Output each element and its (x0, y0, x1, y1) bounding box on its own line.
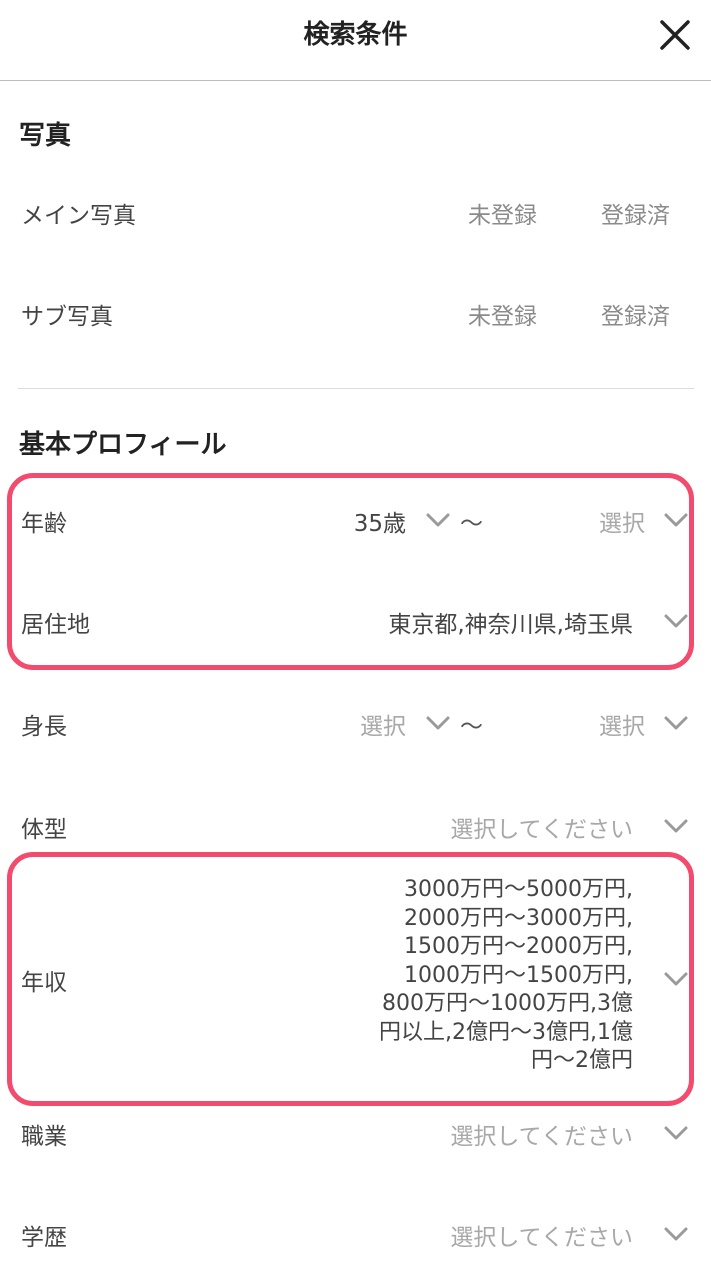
section-title-basic-profile: 基本プロフィール (19, 430, 227, 460)
sub-photo-label: サブ写真 (21, 304, 113, 330)
header: 検索条件 (0, 0, 711, 81)
page-title: 検索条件 (303, 20, 408, 50)
income-value-line: 800万円〜1000万円,3億 (382, 991, 633, 1016)
height-min-chevron-down-icon[interactable] (425, 714, 451, 732)
occupation-chevron-down-icon[interactable] (663, 1124, 689, 1142)
main-photo-registered-option[interactable]: 登録済 (601, 196, 670, 230)
section-title-photo: 写真 (19, 121, 72, 151)
income-chevron-down-icon[interactable] (663, 970, 689, 988)
age-range-separator: 〜 (460, 511, 483, 537)
highlight-frame-age-residence (7, 473, 694, 670)
income-value-line: 2000万円〜3000万円, (404, 905, 633, 931)
residence-label: 居住地 (21, 612, 90, 638)
age-min-value[interactable]: 35歳 (354, 504, 406, 538)
education-value[interactable]: 選択してください (450, 1218, 633, 1252)
income-value-line: 3000万円〜5000万円, (404, 877, 633, 902)
income-value-line: 円〜2億円 (531, 1048, 633, 1073)
height-range-separator: 〜 (460, 714, 483, 740)
occupation-label: 職業 (21, 1124, 67, 1150)
income-label: 年収 (21, 970, 67, 996)
education-label: 学歴 (21, 1225, 67, 1251)
income-value-line: 1000万円〜1500万円, (404, 962, 633, 988)
body-type-value[interactable]: 選択してください (450, 810, 633, 844)
body-type-chevron-down-icon[interactable] (663, 817, 689, 835)
age-label: 年齢 (21, 511, 67, 537)
income-value-line: 円以上,2億円〜3億円,1億 (379, 1019, 633, 1045)
occupation-value[interactable]: 選択してください (450, 1117, 633, 1151)
body-type-label: 体型 (21, 817, 67, 843)
section-divider (18, 388, 694, 389)
age-max-chevron-down-icon[interactable] (663, 511, 689, 529)
age-min-chevron-down-icon[interactable] (425, 511, 451, 529)
height-label: 身長 (21, 714, 67, 740)
income-value-line: 1500万円〜2000万円, (404, 934, 633, 959)
residence-chevron-down-icon[interactable] (663, 612, 689, 630)
height-min-value[interactable]: 選択 (360, 707, 406, 741)
sub-photo-unregistered-option[interactable]: 未登録 (468, 297, 537, 331)
height-max-value[interactable]: 選択 (599, 707, 645, 741)
main-photo-unregistered-option[interactable]: 未登録 (468, 196, 537, 230)
main-photo-label: メイン写真 (21, 203, 136, 229)
income-value[interactable]: 3000万円〜5000万円, 2000万円〜3000万円, 1500万円〜200… (333, 876, 633, 1076)
sub-photo-registered-option[interactable]: 登録済 (601, 297, 670, 331)
close-icon[interactable] (656, 16, 694, 54)
height-max-chevron-down-icon[interactable] (663, 714, 689, 732)
age-max-value[interactable]: 選択 (599, 504, 645, 538)
education-chevron-down-icon[interactable] (663, 1225, 689, 1243)
residence-value[interactable]: 東京都,神奈川県,埼玉県 (388, 605, 633, 639)
